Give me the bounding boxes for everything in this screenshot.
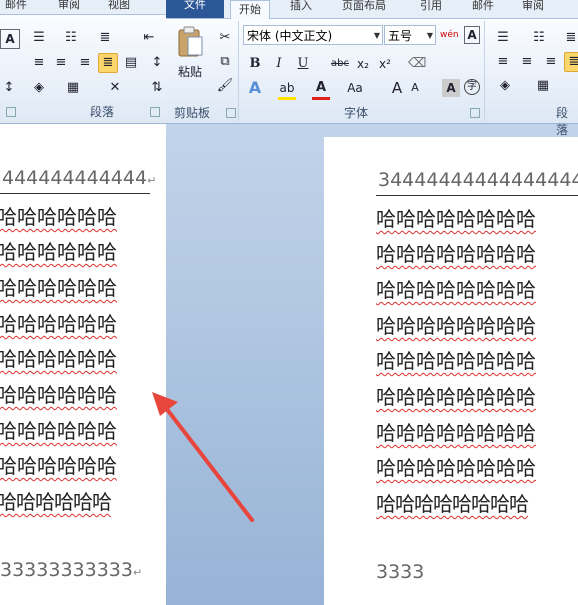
arrow-shaft (164, 406, 254, 522)
annotation-arrow (152, 392, 254, 522)
arrow-head (152, 392, 178, 416)
